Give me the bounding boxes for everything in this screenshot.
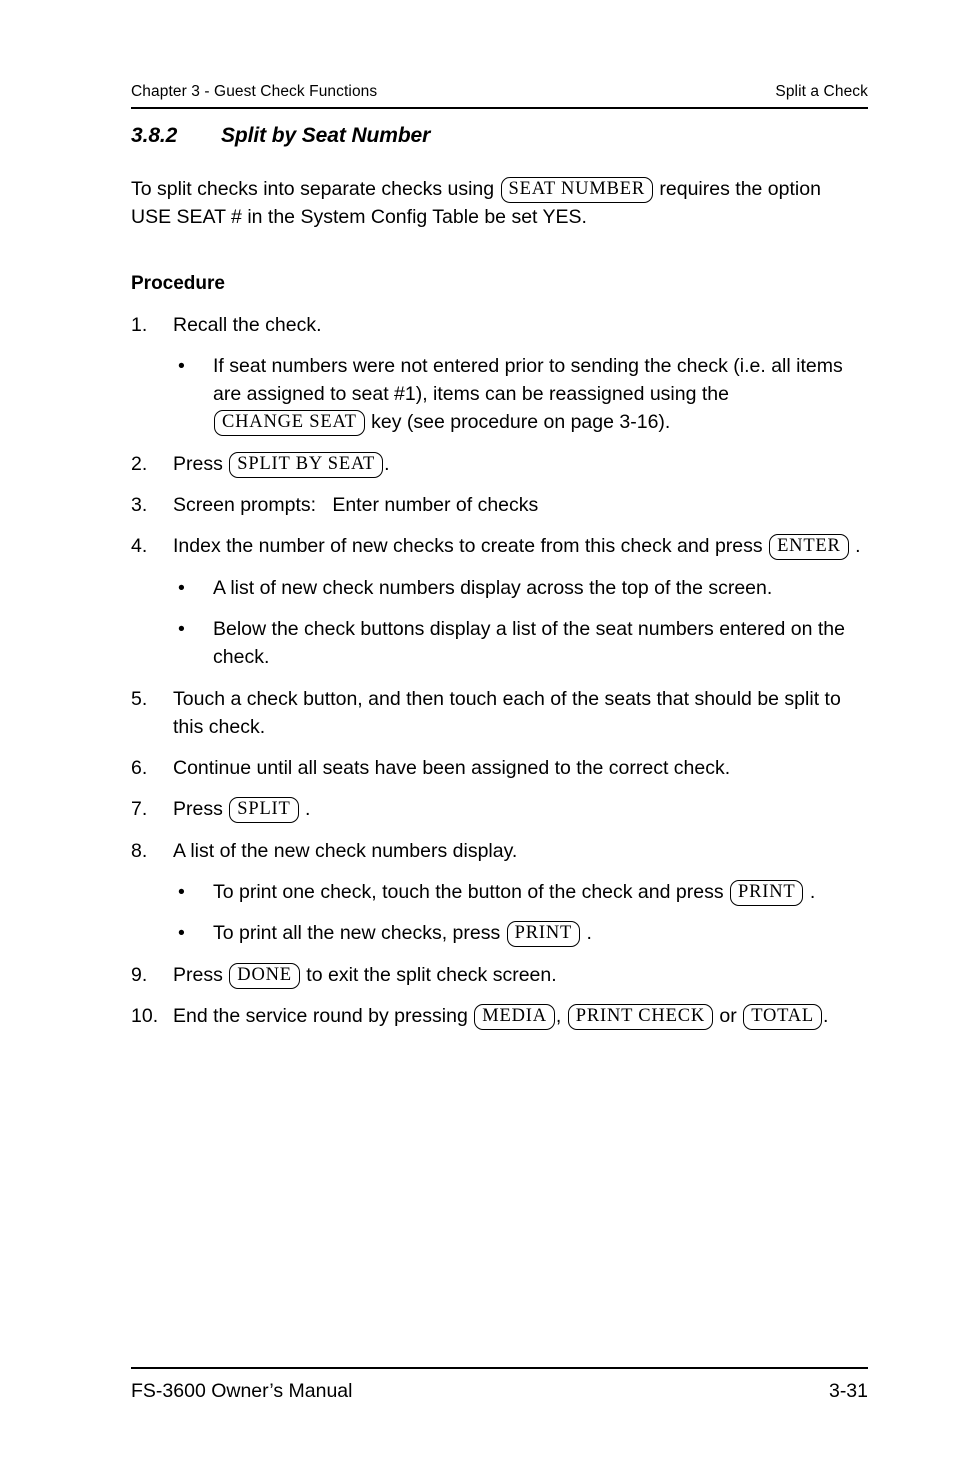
step-number: 5. bbox=[131, 687, 148, 710]
step-text-part2: . bbox=[305, 798, 311, 821]
intro-text-part1: To split checks into separate checks usi… bbox=[131, 178, 495, 200]
step-text-part2: or bbox=[719, 1004, 737, 1027]
step-text: Index the number of new checks to create… bbox=[173, 532, 871, 561]
step-number: 1. bbox=[131, 313, 148, 336]
bullet-text: Below the check buttons display a list o… bbox=[213, 617, 845, 669]
list-item: 3. Screen prompts: Enter number of check… bbox=[131, 491, 871, 519]
step-number: 7. bbox=[131, 798, 148, 821]
step-text: Touch a check button, and then touch eac… bbox=[173, 687, 841, 738]
step-text-part1: Index the number of new checks to create… bbox=[173, 535, 763, 558]
list-item: 8. A list of the new check numbers displ… bbox=[131, 837, 871, 865]
key-split: SPLIT bbox=[229, 797, 299, 824]
screen-prompt-value: Enter number of checks bbox=[332, 494, 539, 517]
list-item: • To print all the new checks, press PRI… bbox=[131, 919, 871, 948]
footer-divider bbox=[131, 1367, 868, 1369]
step-text: Press SPLIT BY SEAT. bbox=[173, 450, 871, 478]
list-item: • To print one check, touch the button o… bbox=[131, 878, 871, 907]
step-text: End the service round by pressing MEDIA,… bbox=[173, 1002, 871, 1030]
step-text-part3: . bbox=[823, 1004, 829, 1027]
page-number: 3-31 bbox=[828, 1380, 868, 1402]
procedure-heading: Procedure bbox=[131, 272, 225, 294]
step-text-part2: . bbox=[855, 535, 861, 558]
step-text: Press SPLIT . bbox=[173, 795, 871, 824]
step-text-part1: Press bbox=[173, 963, 223, 986]
step-text-part1: Press bbox=[173, 798, 223, 821]
bullet-text: To print all the new checks, press PRINT… bbox=[213, 919, 871, 948]
step-text-comma: , bbox=[555, 1004, 562, 1027]
list-item: 1. Recall the check. bbox=[131, 311, 871, 339]
key-done: DONE bbox=[229, 962, 300, 989]
section-title: Split by Seat Number bbox=[221, 124, 431, 147]
list-item: 2. Press SPLIT BY SEAT. bbox=[131, 450, 871, 478]
key-print-check: PRINT CHECK bbox=[567, 1003, 713, 1030]
list-item: • If seat numbers were not entered prior… bbox=[131, 352, 871, 437]
bullet-text: To print one check, touch the button of … bbox=[213, 878, 871, 907]
header-section-label: Split a Check bbox=[775, 83, 868, 100]
bullet-text-part1: To print all the new checks, press bbox=[213, 922, 501, 945]
key-split-by-seat: SPLIT BY SEAT bbox=[229, 451, 384, 478]
bullet-text-part1: If seat numbers were not entered prior t… bbox=[213, 354, 843, 406]
step-number: 10. bbox=[131, 1004, 159, 1027]
step-text-part2: to exit the split check screen. bbox=[306, 963, 557, 986]
key-seat-number: SEAT NUMBER bbox=[500, 177, 653, 203]
footer-manual-title: FS-3600 Owner’s Manual bbox=[131, 1380, 353, 1402]
bullet-text-part2: key (see procedure on page 3-16). bbox=[371, 411, 671, 434]
key-change-seat: CHANGE SEAT bbox=[214, 410, 365, 437]
running-header: Chapter 3 - Guest Check Functions Split … bbox=[131, 82, 868, 101]
list-item: 6. Continue until all seats have been as… bbox=[131, 754, 871, 782]
key-enter: ENTER bbox=[769, 534, 849, 561]
page-title: 3.8.2 Split by Seat Number bbox=[131, 123, 430, 149]
header-chapter-label: Chapter 3 - Guest Check Functions bbox=[131, 83, 378, 100]
list-item: 9. Press DONE to exit the split check sc… bbox=[131, 961, 871, 989]
intro-paragraph: To split checks into separate checks usi… bbox=[131, 175, 859, 232]
bullet-text-part2: . bbox=[809, 881, 816, 904]
list-item: 10. End the service round by pressing ME… bbox=[131, 1002, 871, 1030]
bullet-icon: • bbox=[178, 922, 185, 945]
bullet-text-part1: To print one check, touch the button of … bbox=[213, 881, 724, 904]
key-total: TOTAL bbox=[743, 1003, 822, 1030]
bullet-text: If seat numbers were not entered prior t… bbox=[213, 352, 871, 437]
step-text-part1: End the service round by pressing bbox=[173, 1004, 468, 1027]
step-text-part1: Press bbox=[173, 452, 223, 475]
bullet-text: A list of new check numbers display acro… bbox=[213, 576, 773, 599]
step-text: Screen prompts: Enter number of checks bbox=[173, 491, 871, 519]
header-divider bbox=[131, 107, 868, 109]
step-text: Recall the check. bbox=[173, 313, 322, 336]
step-text: Press DONE to exit the split check scree… bbox=[173, 961, 871, 989]
page-footer: FS-3600 Owner’s Manual 3-31 bbox=[131, 1378, 868, 1404]
step-text-part2: . bbox=[384, 452, 390, 475]
key-print-all: PRINT bbox=[506, 921, 581, 948]
list-item: 7. Press SPLIT . bbox=[131, 795, 871, 824]
manual-page: Chapter 3 - Guest Check Functions Split … bbox=[0, 0, 954, 1475]
bullet-icon: • bbox=[178, 354, 185, 377]
step-number: 4. bbox=[131, 535, 148, 558]
key-print: PRINT bbox=[730, 880, 804, 907]
list-item: 5. Touch a check button, and then touch … bbox=[131, 685, 871, 742]
bullet-icon: • bbox=[178, 576, 185, 599]
screen-prompt-label: Screen prompts: bbox=[173, 494, 317, 517]
step-number: 6. bbox=[131, 757, 148, 780]
step-number: 2. bbox=[131, 452, 148, 475]
step-number: 8. bbox=[131, 839, 148, 862]
step-number: 3. bbox=[131, 494, 148, 517]
step-text: Continue until all seats have been assig… bbox=[173, 757, 731, 780]
page-content: To split checks into separate checks usi… bbox=[131, 175, 871, 1043]
list-item: • A list of new check numbers display ac… bbox=[131, 574, 871, 602]
bullet-icon: • bbox=[178, 881, 185, 904]
step-number: 9. bbox=[131, 963, 148, 986]
step-text: A list of the new check numbers display. bbox=[173, 839, 518, 862]
section-number: 3.8.2 bbox=[131, 124, 178, 147]
list-item: • Below the check buttons display a list… bbox=[131, 615, 871, 672]
bullet-text-part2: . bbox=[586, 922, 592, 945]
key-media: MEDIA bbox=[474, 1003, 555, 1030]
list-item: 4. Index the number of new checks to cre… bbox=[131, 532, 871, 561]
bullet-icon: • bbox=[178, 617, 185, 640]
